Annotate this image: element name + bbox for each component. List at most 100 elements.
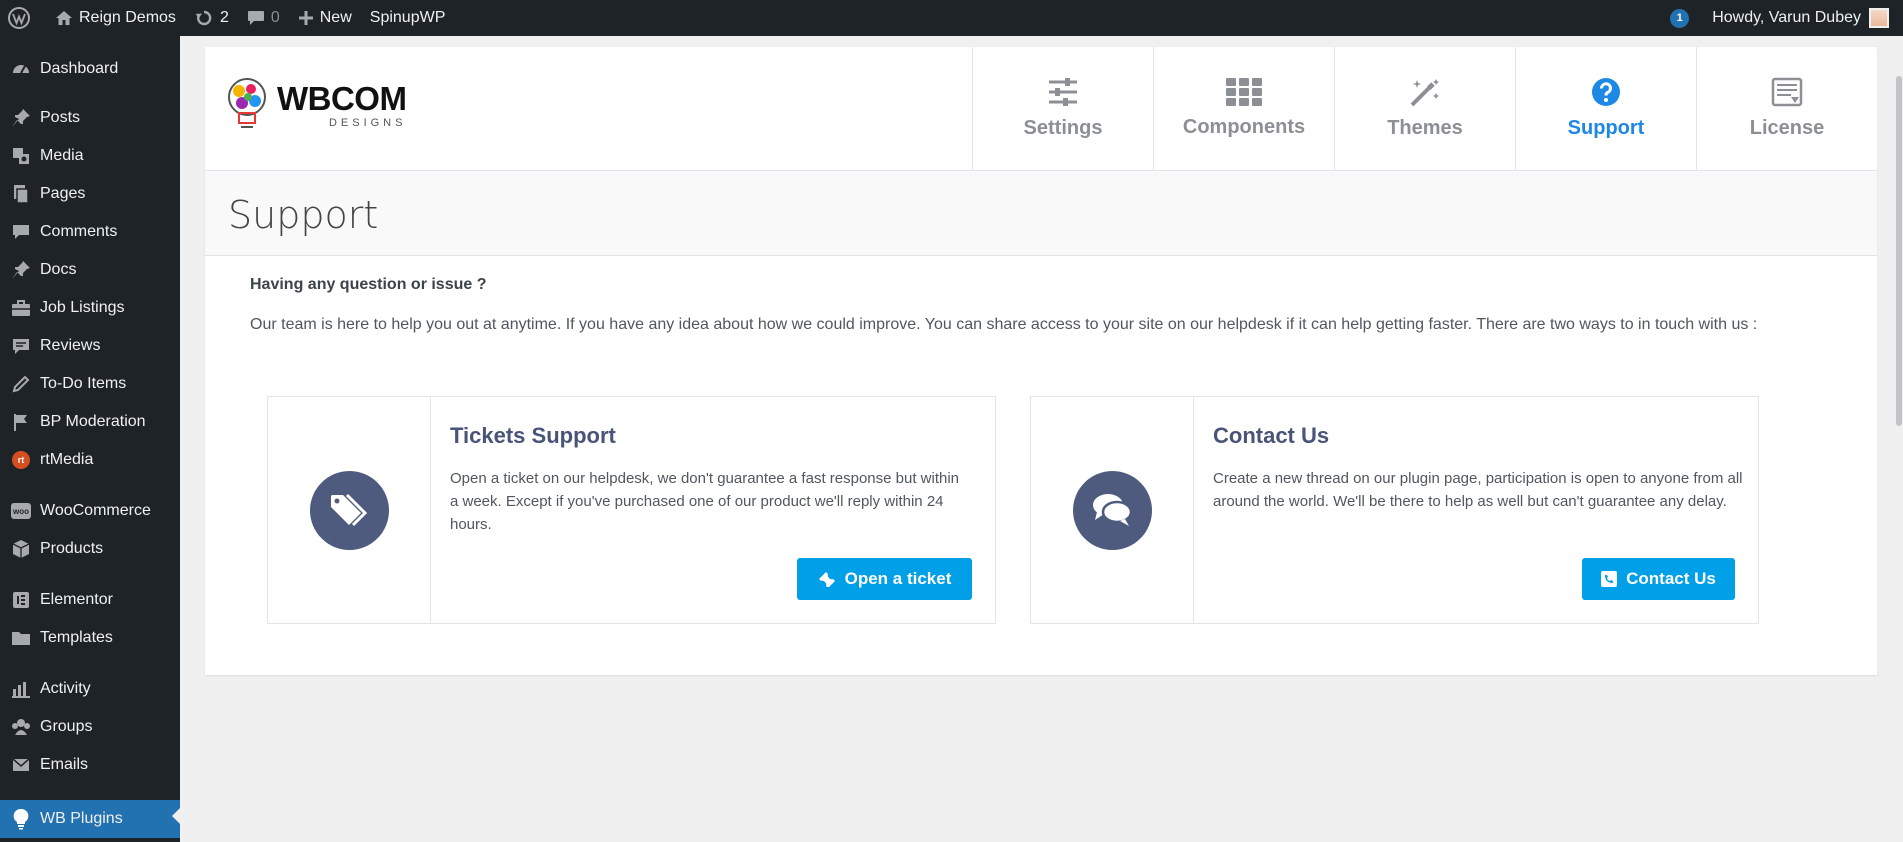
sidebar-item-label: WB Plugins (40, 810, 123, 827)
flag-icon (14, 414, 27, 431)
email-icon (12, 758, 30, 771)
sidebar-item-templates[interactable]: Templates (0, 622, 180, 654)
notification-badge[interactable]: 1 (1670, 8, 1690, 28)
card-description: Open a ticket on our helpdesk, we don't … (450, 470, 960, 533)
updates-link[interactable]: 2 (185, 0, 238, 36)
card-icon-circle (309, 470, 389, 550)
tab-license[interactable]: License (1696, 47, 1877, 170)
license-icon (1771, 77, 1803, 107)
sidebar-item-label: Elementor (40, 591, 113, 608)
contact-us-card: Contact Us Create a new thread on our pl… (1030, 396, 1759, 624)
wordpress-logo-button[interactable] (0, 0, 46, 36)
new-content-link[interactable]: New (289, 0, 361, 36)
tab-settings[interactable]: Settings (972, 47, 1153, 170)
support-intro: Our team is here to help you out at anyt… (250, 316, 1758, 333)
tags-icon (331, 493, 368, 527)
card-icon-column (268, 397, 431, 623)
spinupwp-link[interactable]: SpinupWP (361, 0, 455, 36)
sidebar-item-media[interactable]: Media (0, 140, 180, 172)
lightbulb-logo-icon (228, 78, 266, 128)
activity-icon (12, 682, 30, 698)
updates-icon (195, 10, 212, 26)
sidebar-item-pages[interactable]: Pages (0, 178, 180, 210)
sidebar-item-label: Pages (40, 185, 86, 202)
sidebar-item-label: Groups (40, 718, 93, 735)
sidebar-item-label: rtMedia (40, 451, 94, 468)
sidebar-item-label: BP Moderation (40, 413, 146, 430)
support-question: Having any question or issue ? (250, 276, 487, 293)
card-description: Create a new thread on our plugin page, … (1213, 470, 1743, 510)
title-band: Support (205, 171, 1877, 256)
tickets-support-card: Tickets Support Open a ticket on our hel… (267, 396, 996, 624)
phone-icon (1601, 571, 1618, 587)
updates-count: 2 (219, 9, 229, 26)
tab-components[interactable]: Components (1153, 47, 1334, 170)
sidebar-item-posts[interactable]: Posts (0, 102, 180, 134)
card-icon-circle (1072, 470, 1152, 550)
home-icon (56, 11, 72, 25)
sidebar-item-emails[interactable]: Emails (0, 749, 180, 781)
sidebar-item-label: Posts (40, 109, 81, 126)
box-icon (12, 540, 30, 558)
sidebar-item-job-listings[interactable]: Job Listings (0, 292, 180, 324)
sidebar-item-wb-plugins[interactable]: WB Plugins (0, 800, 180, 838)
comments-link[interactable]: 0 (238, 0, 289, 36)
pin-icon (12, 109, 30, 127)
question-icon (1592, 78, 1620, 106)
avatar (1869, 8, 1889, 28)
wbcom-logo[interactable]: WBCOM DESIGNS (225, 77, 407, 133)
tab-label: Themes (1387, 117, 1463, 139)
pencil-icon (12, 375, 30, 393)
page-title: Support (228, 193, 379, 237)
sidebar-item-woocommerce[interactable]: woo WooCommerce (0, 495, 180, 527)
rtmedia-icon: rt (12, 451, 30, 469)
sidebar-item-docs[interactable]: Docs (0, 254, 180, 286)
site-name-link[interactable]: Reign Demos (46, 0, 185, 36)
contact-us-label: Contact Us (1626, 569, 1716, 588)
plus-icon (298, 11, 313, 25)
open-ticket-button[interactable]: Open a ticket (797, 558, 972, 600)
sidebar-item-groups[interactable]: Groups (0, 711, 180, 743)
sidebar-item-label: Media (40, 147, 84, 164)
sidebar-item-dashboard[interactable]: Dashboard (0, 53, 180, 85)
card-title: Tickets Support (450, 423, 616, 448)
sidebar-item-bp-moderation[interactable]: BP Moderation (0, 406, 180, 438)
media-icon (13, 148, 29, 164)
sidebar-item-elementor[interactable]: Elementor (0, 584, 180, 616)
admin-sidebar: Dashboard Posts Media Pages Comments Doc… (0, 36, 180, 842)
wbcom-header: WBCOM DESIGNS Settings Components Themes… (205, 47, 1877, 171)
page-scrollbar[interactable] (1895, 36, 1903, 842)
sidebar-item-label: Templates (40, 629, 113, 646)
sidebar-item-reviews[interactable]: Reviews (0, 330, 180, 362)
comments-count: 0 (270, 9, 280, 26)
pin-icon (12, 261, 30, 279)
open-ticket-label: Open a ticket (844, 569, 952, 588)
scrollbar-thumb[interactable] (1896, 76, 1902, 426)
contact-us-button[interactable]: Contact Us (1582, 558, 1735, 600)
user-account-menu[interactable]: Howdy, Varun Dubey (1703, 0, 1903, 36)
card-title: Contact Us (1213, 423, 1330, 448)
wbcom-tabs: Settings Components Themes Support Licen… (972, 47, 1877, 170)
sidebar-item-label: WooCommerce (40, 502, 151, 519)
card-icon-column (1031, 397, 1194, 623)
sidebar-item-to-do-items[interactable]: To-Do Items (0, 368, 180, 400)
sidebar-item-activity[interactable]: Activity (0, 673, 180, 705)
groups-icon (12, 719, 30, 735)
wbcom-panel: WBCOM DESIGNS Settings Components Themes… (205, 47, 1877, 675)
tab-support[interactable]: Support (1515, 47, 1696, 170)
reviews-icon (13, 339, 29, 354)
sidebar-item-label: Activity (40, 680, 91, 697)
site-name-label: Reign Demos (79, 9, 176, 26)
sidebar-item-products[interactable]: Products (0, 533, 180, 565)
comment-icon (247, 11, 264, 25)
tab-themes[interactable]: Themes (1334, 47, 1515, 170)
admin-bar: Reign Demos 2 0 New SpinupWP 1 Howdy, Va… (0, 0, 1903, 36)
greeting-label: Howdy, Varun Dubey (1712, 9, 1861, 26)
elementor-icon (13, 592, 29, 608)
sidebar-item-rtmedia[interactable]: rt rtMedia (0, 444, 180, 476)
logo-title: WBCOM (277, 79, 407, 117)
spinupwp-label: SpinupWP (369, 9, 446, 26)
sidebar-item-label: Dashboard (40, 60, 119, 77)
sidebar-item-label: Products (40, 540, 104, 557)
sidebar-item-comments[interactable]: Comments (0, 216, 180, 248)
